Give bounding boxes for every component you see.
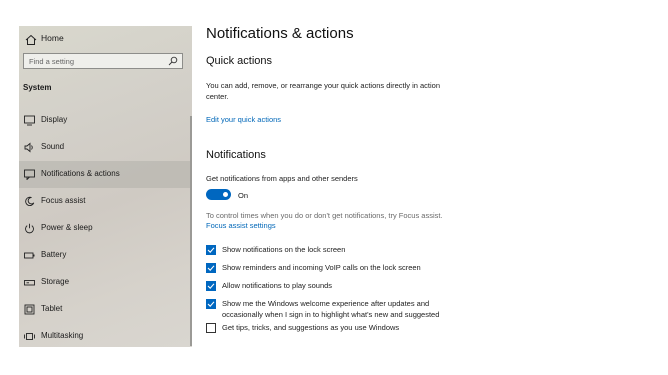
focus-assist-icon — [25, 196, 35, 207]
checkbox-label: Show notifications on the lock screen — [222, 245, 346, 254]
sidebar-item-label: Sound — [41, 142, 65, 151]
checkmark-icon — [207, 247, 215, 254]
checkbox-label-line1: Show me the Windows welcome experience a… — [222, 299, 430, 308]
multitasking-icon — [24, 333, 35, 340]
tips-tricks-checkbox[interactable] — [206, 323, 216, 333]
focus-assist-hint: To control times when you do or don't ge… — [206, 211, 443, 220]
sidebar-nav: Display Sound Notifications & actions Fo… — [19, 107, 192, 350]
power-icon — [25, 223, 34, 234]
notification-sounds-checkbox[interactable] — [206, 281, 216, 291]
sidebar-item-sound[interactable]: Sound — [19, 134, 192, 161]
battery-icon — [24, 252, 35, 259]
notifications-icon — [24, 169, 35, 180]
checkbox-label: Get tips, tricks, and suggestions as you… — [222, 323, 400, 332]
sidebar-item-multitasking[interactable]: Multitasking — [19, 323, 192, 350]
page-title: Notifications & actions — [206, 25, 354, 42]
sidebar-item-label: Storage — [41, 277, 70, 286]
sidebar-item-power-sleep[interactable]: Power & sleep — [19, 215, 192, 242]
sidebar: Home System Display Sound — [19, 26, 192, 347]
home-icon — [25, 34, 37, 45]
main-content: Notifications & actions Quick actions Yo… — [206, 0, 666, 375]
tablet-icon — [24, 304, 35, 315]
notifications-heading: Notifications — [206, 149, 266, 161]
lock-screen-notifications-checkbox[interactable] — [206, 245, 216, 255]
notifications-toggle-caption: Get notifications from apps and other se… — [206, 174, 358, 183]
sidebar-item-tablet[interactable]: Tablet — [19, 296, 192, 323]
checkbox-label: Show reminders and incoming VoIP calls o… — [222, 263, 421, 272]
section-title-system: System — [23, 83, 52, 92]
sidebar-item-storage[interactable]: Storage — [19, 269, 192, 296]
sidebar-item-notifications[interactable]: Notifications & actions — [19, 161, 192, 188]
welcome-experience-checkbox[interactable] — [206, 299, 216, 309]
focus-assist-settings-link[interactable]: Focus assist settings — [206, 221, 276, 230]
search-box[interactable] — [23, 53, 183, 69]
sound-icon — [24, 142, 33, 153]
sidebar-scrollbar[interactable] — [190, 116, 192, 346]
display-icon — [24, 115, 35, 126]
sidebar-item-label: Battery — [41, 250, 67, 259]
quick-actions-description-line2: center. — [206, 92, 229, 101]
checkmark-icon — [207, 265, 215, 272]
sidebar-item-display[interactable]: Display — [19, 107, 192, 134]
checkbox-label-line2: occasionally when I sign in to highlight… — [222, 310, 440, 319]
sidebar-item-label: Multitasking — [41, 331, 84, 340]
sidebar-item-label: Display — [41, 115, 68, 124]
notifications-toggle[interactable] — [206, 189, 231, 200]
sidebar-item-label: Focus assist — [41, 196, 86, 205]
checkmark-icon — [207, 301, 215, 308]
voip-reminders-checkbox[interactable] — [206, 263, 216, 273]
quick-actions-heading: Quick actions — [206, 55, 273, 67]
toggle-state-label: On — [238, 191, 249, 200]
checkbox-label: Allow notifications to play sounds — [222, 281, 333, 290]
edit-quick-actions-link[interactable]: Edit your quick actions — [206, 115, 281, 124]
storage-icon — [24, 280, 35, 286]
checkmark-icon — [207, 283, 215, 290]
sidebar-item-label: Notifications & actions — [41, 169, 120, 178]
sidebar-item-battery[interactable]: Battery — [19, 242, 192, 269]
search-icon[interactable] — [168, 56, 178, 66]
sidebar-item-focus-assist[interactable]: Focus assist — [19, 188, 192, 215]
search-input[interactable] — [29, 55, 164, 67]
home-label: Home — [41, 33, 64, 43]
toggle-knob — [223, 192, 228, 197]
sidebar-item-label: Power & sleep — [41, 223, 93, 232]
quick-actions-description-line1: You can add, remove, or rearrange your q… — [206, 81, 441, 90]
home-nav-item[interactable]: Home — [19, 31, 192, 51]
sidebar-item-label: Tablet — [41, 304, 63, 313]
